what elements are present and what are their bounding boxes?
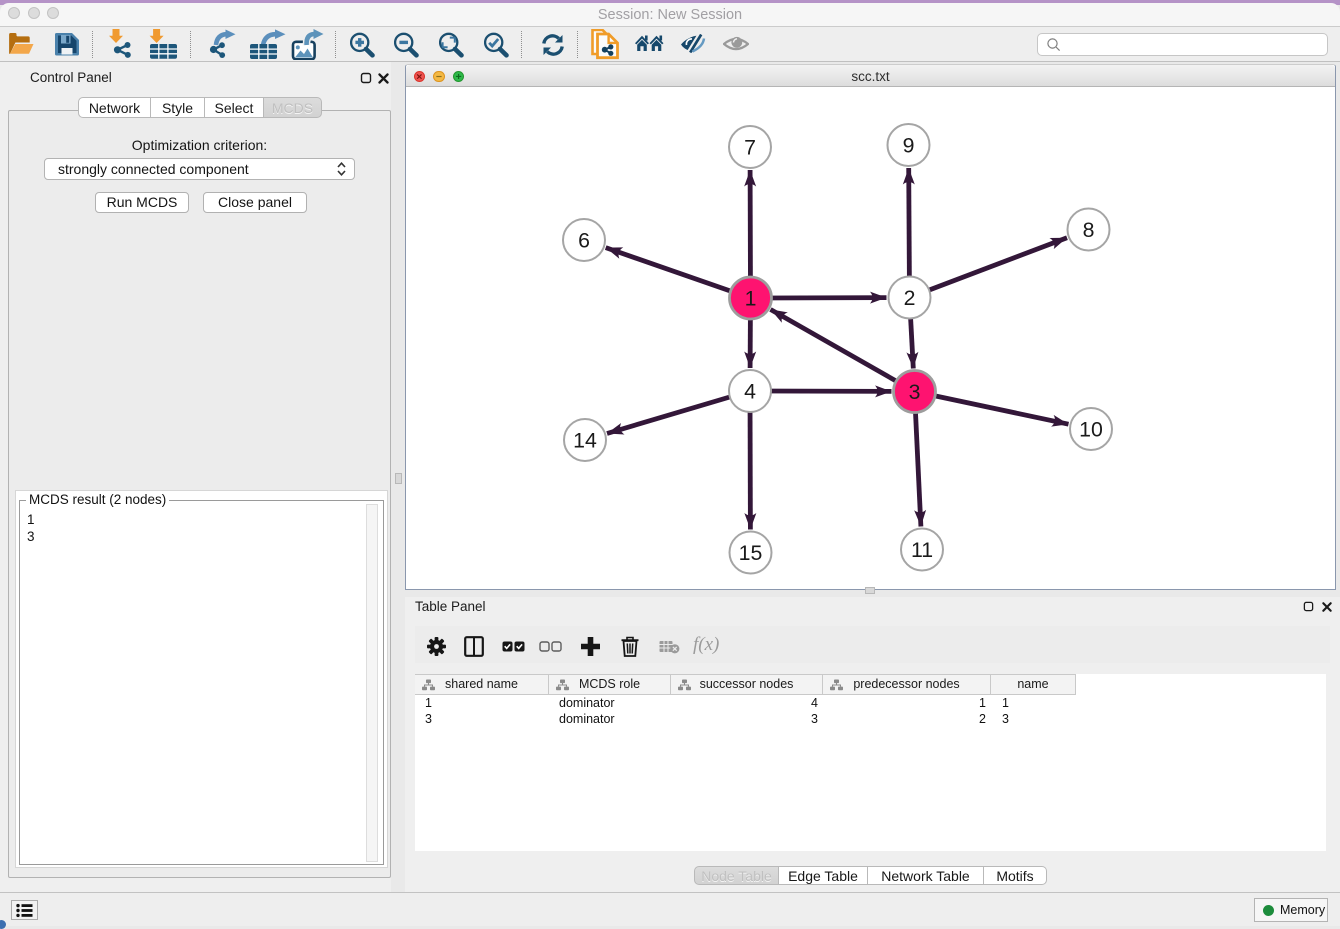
svg-text:10: 10 bbox=[1079, 417, 1103, 441]
svg-text:7: 7 bbox=[744, 135, 756, 159]
svg-text:3: 3 bbox=[909, 380, 921, 404]
svg-text:15: 15 bbox=[739, 541, 763, 565]
svg-text:14: 14 bbox=[573, 428, 597, 452]
svg-text:4: 4 bbox=[744, 379, 756, 403]
svg-text:2: 2 bbox=[904, 286, 916, 310]
svg-text:11: 11 bbox=[911, 538, 933, 562]
svg-text:9: 9 bbox=[903, 133, 915, 157]
svg-text:6: 6 bbox=[578, 228, 590, 252]
svg-text:1: 1 bbox=[745, 286, 757, 310]
svg-text:8: 8 bbox=[1083, 218, 1095, 242]
